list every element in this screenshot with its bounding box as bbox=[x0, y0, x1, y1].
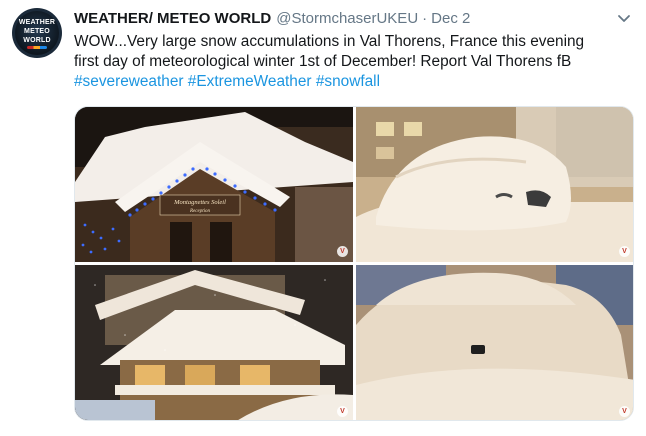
watermark-icon: V bbox=[619, 406, 630, 417]
tweet-header: WEATHER/ METEO WORLD @StormchaserUKEU · … bbox=[74, 8, 470, 28]
logo-color-bar bbox=[27, 45, 47, 49]
chevron-down-icon bbox=[618, 15, 630, 22]
reception-sign-text-2: Reception bbox=[189, 209, 210, 214]
tweet-text-line-1: WOW...Very large snow accumulations in V… bbox=[74, 33, 585, 50]
separator-dot: · bbox=[422, 9, 428, 27]
hashtag-severeweather[interactable]: #severeweather bbox=[74, 73, 184, 90]
media-grid: Montagnettes Soleil Reception V V V V bbox=[74, 106, 634, 421]
tweet-text: WOW...Very large snow accumulations in V… bbox=[74, 32, 634, 92]
reception-sign-text-1: Montagnettes Soleil bbox=[173, 199, 226, 206]
photo-snow-buried-car-2[interactable]: V bbox=[356, 265, 633, 420]
logo-line-3: WORLD bbox=[23, 36, 51, 44]
watermark-icon: V bbox=[337, 246, 348, 257]
photo-snow-covered-chalet[interactable]: V bbox=[75, 265, 353, 420]
avatar[interactable]: WEATHER METEO WORLD bbox=[12, 8, 62, 58]
tweet-date[interactable]: Dec 2 bbox=[431, 10, 470, 27]
weather-meteo-world-logo: WEATHER METEO WORLD bbox=[15, 11, 59, 55]
logo-line-2: METEO bbox=[24, 27, 50, 35]
photo-snow-buried-car-1[interactable]: V bbox=[356, 107, 633, 262]
hashtag-snowfall[interactable]: #snowfall bbox=[316, 73, 380, 90]
hashtag-extremeweather[interactable]: #ExtremeWeather bbox=[188, 73, 312, 90]
more-options-button[interactable] bbox=[614, 8, 634, 28]
logo-line-1: WEATHER bbox=[18, 18, 56, 26]
photo-chalet-entrance-lights[interactable]: Montagnettes Soleil Reception V bbox=[75, 107, 353, 262]
hashtag-line: #severeweather #ExtremeWeather #snowfall bbox=[74, 72, 634, 92]
watermark-icon: V bbox=[337, 406, 348, 417]
watermark-icon: V bbox=[619, 246, 630, 257]
tweet-text-line-2: first day of meteorological winter 1st o… bbox=[74, 53, 572, 70]
author-handle[interactable]: @StormchaserUKEU bbox=[276, 10, 418, 27]
author-name[interactable]: WEATHER/ METEO WORLD bbox=[74, 10, 271, 27]
